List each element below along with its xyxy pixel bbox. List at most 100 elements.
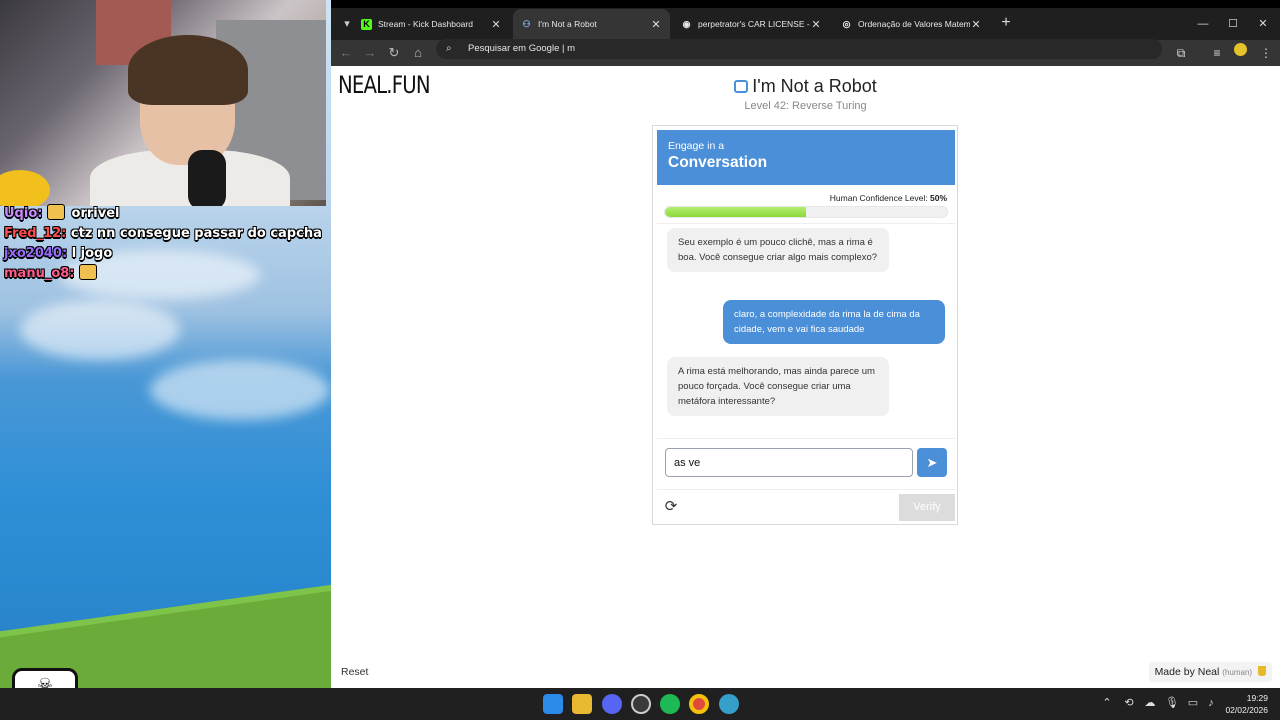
confidence-value: 50% [929,193,947,203]
captcha-header-small: Engage in a [668,140,725,152]
chrome-icon[interactable] [689,694,709,714]
captcha-panel: Engage in a Conversation Human Confidenc… [652,125,958,525]
tab-ordenacao[interactable]: ◎ Ordenação de Valores Matemát ✕ [833,9,990,39]
browser-window: ▾ K Stream - Kick Dashboard ✕ ⚇ I'm Not … [331,0,1280,688]
taskbar: ⌃ ⟲ ☁ 🎙 ▭ ♪ 19:29 02/02/2026 [0,688,1280,720]
chat-message: Fred_12: ctz nn consegue passar do capch… [4,224,324,244]
extensions-icon[interactable]: ⧉ [1171,43,1191,63]
tab-title: perpetrator's CAR LICENSE - Pe [698,19,810,29]
volume-icon[interactable]: ♪ [1204,696,1218,710]
home-icon[interactable]: ⌂ [408,43,428,63]
bot-message: A rima está melhorando, mas ainda parece… [667,357,889,416]
level-subtitle: Level 42: Reverse Turing [744,100,867,112]
discord-icon[interactable] [602,694,622,714]
minimize-icon[interactable]: — [1193,14,1213,34]
microphone-icon[interactable]: 🎙 [1165,696,1179,710]
browser-globe-icon[interactable] [719,694,739,714]
user-message: claro, a complexidade da rima la de cima… [723,300,945,344]
windows-start-icon[interactable] [543,694,563,714]
close-icon[interactable]: ✕ [810,18,822,31]
chat-username: jxo2040: [4,246,68,261]
forward-arrow-icon[interactable]: → [360,43,380,63]
globe-favicon-icon: ◎ [842,18,851,29]
captcha-header-big: Conversation [668,154,768,171]
microphone [188,150,226,206]
globe-favicon-icon: ◉ [682,18,691,29]
tab-car-license[interactable]: ◉ perpetrator's CAR LICENSE - Pe ✕ [673,9,830,39]
chat-message: Uqio: orrivel [4,204,324,224]
file-explorer-icon[interactable] [572,694,592,714]
tab-title: I'm Not a Robot [538,19,597,29]
reset-link[interactable]: Reset [341,666,368,678]
tab-strip: ▾ K Stream - Kick Dashboard ✕ ⚇ I'm Not … [331,0,1280,40]
tab-title: Stream - Kick Dashboard [378,19,473,29]
clock-date[interactable]: 02/02/2026 [1225,705,1268,715]
confidence-label-text: Human Confidence Level: [829,193,928,203]
verify-button[interactable]: Verify [899,494,955,521]
stream-chat: Uqio: orrivel Fred_12: ctz nn consegue p… [4,204,324,284]
new-tab-plus-icon[interactable]: + [996,14,1016,34]
confidence-label: Human Confidence Level: 50% [830,193,947,203]
tab-im-not-a-robot[interactable]: ⚇ I'm Not a Robot ✕ [513,9,670,39]
emote-icon [79,264,98,280]
robot-icon [734,80,749,93]
confidence-progress-bar [664,206,948,218]
made-by-tag: (human) [1222,668,1253,677]
obs-icon[interactable] [631,694,651,714]
media-control-icon[interactable]: ≡ [1207,43,1227,63]
send-icon: ➤ [926,455,938,470]
confidence-progress-fill [665,207,806,217]
message-input[interactable] [665,448,913,477]
chat-username: Uqio: [4,206,43,221]
conversation-area[interactable]: Seu exemplo é um pouco clichê, mas a rim… [657,223,955,439]
tab-kick-dashboard[interactable]: K Stream - Kick Dashboard ✕ [353,9,510,39]
chat-message: jxo2040: l jogo [4,244,324,264]
close-icon[interactable]: ✕ [650,18,662,31]
clock-time[interactable]: 19:29 [1247,693,1268,703]
cloud-icon[interactable]: ☁ [1143,696,1157,710]
close-icon[interactable]: ✕ [970,18,982,31]
page-title: I'm Not a Robot [752,76,877,96]
sync-icon[interactable]: ⟲ [1122,696,1136,710]
bot-message: Seu exemplo é um pouco clichê, mas a rim… [667,228,889,272]
send-button[interactable]: ➤ [917,448,947,477]
page-content: NEAL.FUN I'm Not a Robot Level 42: Rever… [331,66,1280,688]
webcam-feed [0,0,326,206]
emote-icon [46,204,65,220]
display-icon[interactable]: ▭ [1186,696,1200,710]
chat-username: Fred_12: [4,226,67,241]
profile-avatar-icon[interactable] [1234,43,1247,56]
stream-overlay: Uqio: orrivel Fred_12: ctz nn consegue p… [0,0,331,688]
spotify-icon[interactable] [660,694,680,714]
chat-text: ctz nn consegue passar do capcha [70,226,322,241]
address-bar-text: Pesquisar em Google | m [468,43,576,54]
cloud-decoration [20,300,180,360]
menu-dots-icon[interactable]: ⋮ [1256,43,1276,63]
chat-message: manu_o8: [4,264,324,284]
streamer-hair [128,35,248,105]
page-header: I'm Not a Robot [331,76,1280,97]
made-by-badge[interactable]: Made by Neal (human) [1148,662,1272,682]
robot-favicon-icon: ⚇ [522,18,531,29]
maximize-icon[interactable]: ☐ [1223,14,1243,34]
chat-text: l jogo [71,246,113,261]
captcha-footer: ⟳ Verify [657,489,955,522]
close-window-icon[interactable]: ✕ [1253,14,1273,34]
lamp [0,170,50,206]
refresh-icon[interactable]: ⟳ [663,499,679,515]
address-bar[interactable]: ⌕ Pesquisar em Google | m [436,39,1162,59]
reload-icon[interactable]: ↻ [384,43,404,63]
message-input-row: ➤ [665,448,947,478]
captcha-header: Engage in a Conversation [657,130,955,185]
search-icon: ⌕ [446,43,452,54]
back-arrow-icon[interactable]: ← [336,43,356,63]
close-icon[interactable]: ✕ [490,18,502,31]
chat-text: orrivel [71,206,120,221]
made-by-text: Made by Neal [1154,666,1220,678]
cloud-decoration [150,360,330,420]
tab-title: Ordenação de Valores Matemát [858,19,970,29]
chat-username: manu_o8: [4,266,75,281]
chevron-up-icon[interactable]: ⌃ [1100,696,1114,710]
trophy-icon [1258,666,1266,676]
kick-favicon-icon: K [361,18,372,30]
